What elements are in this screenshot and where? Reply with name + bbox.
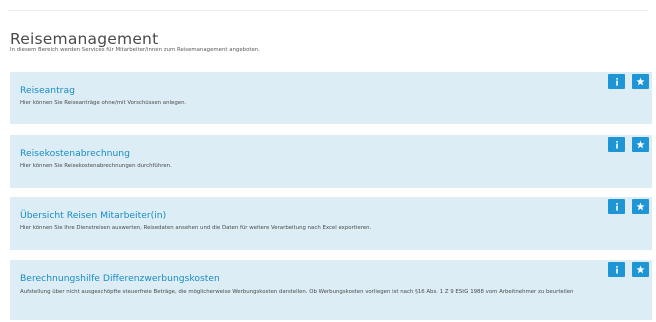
info-button[interactable]: [608, 199, 625, 214]
page-description: In diesem Bereich werden Services für Mi…: [10, 47, 260, 53]
favorite-button[interactable]: [632, 74, 649, 89]
star-icon: [636, 140, 645, 149]
favorite-button[interactable]: [632, 199, 649, 214]
info-button[interactable]: [608, 137, 625, 152]
service-card-differenzwerbungskosten: Berechnungshilfe Differenzwerbungskosten…: [10, 260, 652, 320]
favorite-button[interactable]: [632, 137, 649, 152]
info-icon: [615, 202, 618, 211]
top-divider: [8, 10, 648, 11]
card-description: Hier können Sie Reisekostenabrechnungen …: [20, 163, 172, 169]
info-icon: [615, 140, 618, 149]
service-card-reisekostenabrechnung: Reisekostenabrechnung Hier können Sie Re…: [10, 135, 652, 188]
service-card-reiseantrag: Reiseantrag Hier können Sie Reiseanträge…: [10, 72, 652, 124]
card-description: Hier können Sie Reiseanträge ohne/mit Vo…: [20, 100, 187, 106]
info-icon: [615, 265, 618, 274]
info-button[interactable]: [608, 74, 625, 89]
card-title-reisekostenabrechnung[interactable]: Reisekostenabrechnung: [20, 148, 130, 159]
card-title-reiseantrag[interactable]: Reiseantrag: [20, 85, 75, 96]
service-card-uebersicht-reisen: Übersicht Reisen Mitarbeiter(in) Hier kö…: [10, 197, 652, 250]
star-icon: [636, 202, 645, 211]
star-icon: [636, 265, 645, 274]
card-description: Hier können Sie Ihre Dienstreisen auswer…: [20, 225, 372, 231]
info-icon: [615, 77, 618, 86]
card-title-differenzwerbungskosten[interactable]: Berechnungshilfe Differenzwerbungskosten: [20, 273, 220, 284]
favorite-button[interactable]: [632, 262, 649, 277]
star-icon: [636, 77, 645, 86]
info-button[interactable]: [608, 262, 625, 277]
card-title-uebersicht-reisen[interactable]: Übersicht Reisen Mitarbeiter(in): [20, 210, 166, 221]
card-description: Aufstellung über nicht ausgeschöpfte ste…: [20, 289, 574, 295]
page-title: Reisemanagement: [10, 30, 159, 49]
